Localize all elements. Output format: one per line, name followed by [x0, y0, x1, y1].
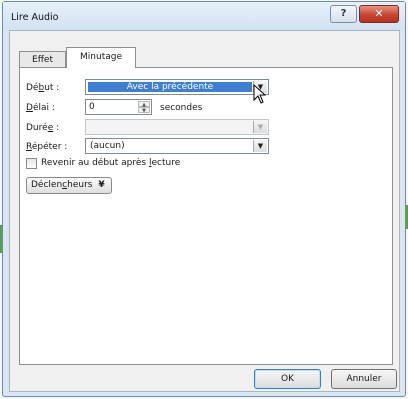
double-chevron-down-icon: ¥: [98, 180, 105, 190]
help-button[interactable]: ?: [330, 5, 357, 23]
duree-label: Durée :: [26, 123, 59, 133]
debut-label-part1: Dé: [26, 83, 39, 93]
rewind-label[interactable]: Revenir au début après lecture: [41, 158, 180, 168]
repeter-select[interactable]: (aucun) ▼: [85, 138, 269, 154]
close-button[interactable]: ✕: [359, 5, 399, 23]
delai-unit: secondes: [160, 103, 203, 113]
debut-select[interactable]: Avec la précédente ▼: [85, 79, 269, 95]
ok-button[interactable]: OK: [254, 369, 321, 389]
delai-label-part2: élai :: [32, 103, 55, 113]
repeter-label-part2: épéter :: [31, 142, 68, 152]
window-title: Lire Audio: [11, 12, 59, 23]
cancel-button[interactable]: Annuler: [331, 369, 397, 389]
tab-minutage[interactable]: Minutage: [66, 47, 136, 68]
delai-label-accesskey: D: [26, 103, 33, 113]
chevron-down-icon[interactable]: ▼: [253, 140, 267, 152]
rewind-checkbox[interactable]: [26, 158, 37, 169]
triggers-label-part2: heurs: [67, 180, 93, 190]
delai-label: Délai :: [26, 103, 55, 113]
chevron-down-icon[interactable]: ▼: [253, 121, 267, 133]
title-bar: Lire Audio ? ✕: [3, 2, 405, 30]
delai-value: 0: [89, 102, 95, 112]
duree-select[interactable]: ▼: [85, 119, 269, 135]
rewind-label-part2: ecture: [151, 158, 181, 168]
lire-audio-dialog: Lire Audio ? ✕ Effet Minutage Début : Av…: [2, 1, 406, 397]
repeter-label: Répéter :: [26, 142, 67, 152]
duree-label-part2: :: [53, 123, 60, 133]
triggers-label-part1: Déclen: [31, 180, 63, 190]
debut-label-part2: ut :: [44, 83, 60, 93]
delai-spinner[interactable]: 0 ▲ ▼: [85, 99, 152, 115]
tab-effet[interactable]: Effet: [19, 51, 66, 68]
dialog-client-area: Effet Minutage Début : Avec la précédent…: [9, 30, 400, 392]
repeter-value: (aucun): [90, 141, 125, 151]
debut-selected-value: Avec la précédente: [88, 82, 252, 92]
spin-down-icon[interactable]: ▼: [138, 107, 150, 114]
minutage-panel: Début : Avec la précédente ▼ Délai : 0 ▲…: [19, 67, 393, 365]
mouse-pointer-icon: [253, 84, 267, 104]
spinner-buttons: ▲ ▼: [138, 101, 150, 114]
debut-label: Début :: [26, 83, 59, 93]
rewind-label-part1: Revenir au début après: [41, 158, 149, 168]
duree-label-part1: Duré: [26, 123, 48, 133]
triggers-button[interactable]: Déclencheurs ¥: [26, 177, 112, 194]
